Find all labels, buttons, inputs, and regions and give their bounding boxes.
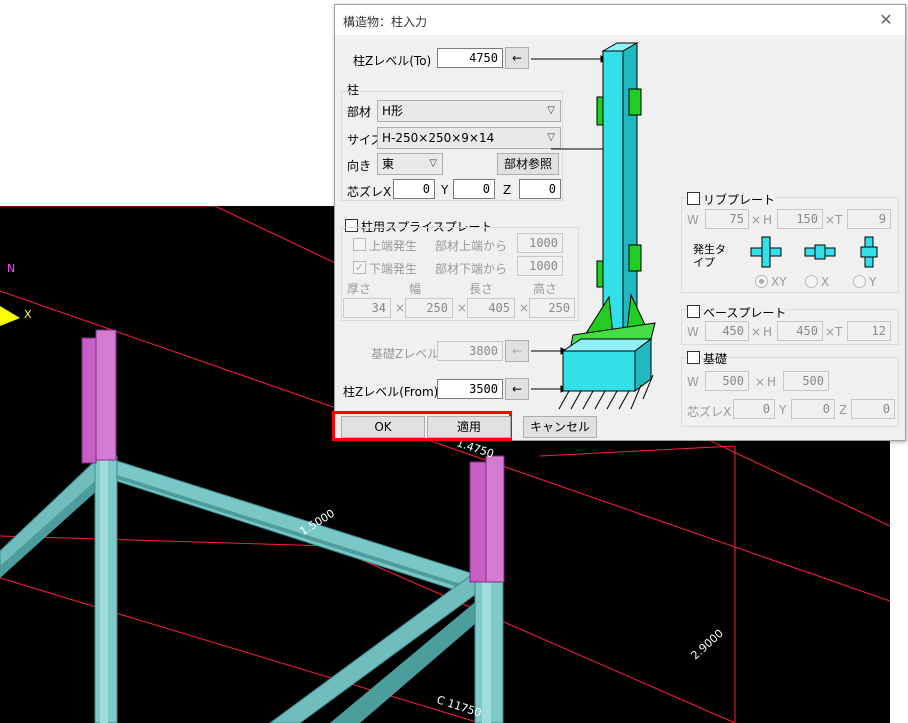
base-level-input[interactable]: 3800 — [437, 341, 503, 361]
title-bar[interactable]: 構造物：柱入力 ✕ — [335, 5, 905, 35]
upper-label: 上端発生 — [369, 239, 418, 253]
size-select-value: H-250×250×9×14 — [382, 131, 495, 145]
foundation-offset-z-label: Z — [839, 403, 848, 417]
times-sign: × — [825, 213, 836, 227]
base-level-pick-button[interactable]: ← — [505, 340, 529, 362]
foundation-offset-y-label: Y — [779, 403, 787, 417]
times-sign: × — [751, 325, 762, 339]
upper-from-label: 部材上端から — [435, 239, 508, 253]
close-icon[interactable]: ✕ — [877, 11, 895, 29]
axis-n-label: N — [7, 262, 16, 275]
times-sign: × — [751, 213, 762, 227]
foundation-label: 基礎 — [703, 350, 728, 367]
foundation-w-label: W — [687, 375, 699, 389]
base-t-label: T — [835, 325, 843, 339]
x-type-icon — [804, 244, 836, 260]
xy-type-icon — [750, 236, 782, 268]
lower-from-label: 部材下端から — [435, 262, 508, 276]
ok-button[interactable]: OK — [341, 416, 425, 438]
base-plate-label: ベースプレート — [703, 304, 787, 321]
dialog-title: 構造物：柱入力 — [343, 15, 428, 29]
offset-y-label: Y — [441, 183, 449, 197]
foundation-offset-z-input[interactable]: 0 — [851, 399, 895, 419]
member-select-value: H形 — [382, 104, 404, 118]
base-plate-checkbox[interactable] — [687, 305, 700, 318]
columns — [94, 455, 504, 723]
foundation-offset-x-label: 芯ズレX — [687, 405, 732, 419]
rib-type-icons — [750, 236, 878, 268]
axis-triad-icon — [0, 306, 20, 326]
times-sign: × — [519, 301, 530, 315]
foundation-h-label: H — [767, 375, 777, 389]
chevron-down-icon: ▽ — [429, 158, 437, 169]
cancel-button[interactable]: キャンセル — [523, 416, 597, 438]
times-sign: × — [457, 301, 468, 315]
axis-x-label: X — [24, 308, 32, 321]
rib-type-xy-label: XY — [771, 275, 787, 289]
length-label: 長さ — [469, 282, 494, 296]
base-level-label: 基礎Zレベル — [371, 347, 440, 361]
offset-x-input[interactable]: 0 — [393, 179, 435, 199]
base-w-label: W — [687, 325, 699, 339]
upper-checkbox[interactable] — [353, 238, 366, 251]
foundation-offset-y-input[interactable]: 0 — [791, 399, 835, 419]
offset-y-input[interactable]: 0 — [453, 179, 495, 199]
times-sign: × — [755, 375, 766, 389]
apply-button[interactable]: 適用 — [427, 416, 511, 438]
rib-plate-checkbox[interactable] — [687, 192, 700, 205]
times-sign: × — [825, 325, 836, 339]
beams — [0, 453, 490, 723]
direction-select-value: 東 — [382, 157, 395, 171]
rib-h-input[interactable]: 150 — [777, 209, 823, 229]
width-input[interactable]: 250 — [405, 298, 453, 318]
foundation-w-input[interactable]: 500 — [705, 371, 749, 391]
base-t-input[interactable]: 12 — [847, 321, 891, 341]
foundation-h-input[interactable]: 500 — [783, 371, 829, 391]
times-sign: × — [395, 301, 406, 315]
top-level-input[interactable]: 4750 — [437, 48, 503, 68]
top-level-label: 柱Zレベル(To) — [353, 54, 432, 68]
base-h-input[interactable]: 450 — [777, 321, 823, 341]
foundation-offset-x-input[interactable]: 0 — [733, 399, 775, 419]
length-input[interactable]: 405 — [467, 298, 515, 318]
offset-z-label: Z — [503, 183, 512, 197]
column-input-dialog: 構造物：柱入力 ✕ 柱Zレベル(To) 4750 ← 柱 部材 H形 ▽ サイズ … — [332, 4, 906, 441]
width-label: 幅 — [409, 282, 422, 296]
lower-checkbox[interactable]: ✓ — [353, 261, 366, 274]
thickness-input[interactable]: 34 — [343, 298, 391, 318]
rib-plate-label: リブプレート — [703, 191, 776, 208]
column-preview-diagram — [531, 42, 656, 410]
bottom-level-pick-button[interactable]: ← — [505, 378, 529, 400]
thickness-label: 厚さ — [347, 282, 372, 296]
rib-type-x-radio[interactable] — [805, 275, 818, 288]
top-level-pick-button[interactable]: ← — [505, 47, 529, 69]
rib-type-xy-radio[interactable] — [755, 275, 768, 288]
rib-type-y-label: Y — [869, 275, 877, 289]
bottom-level-input[interactable]: 3500 — [437, 379, 503, 399]
rib-w-label: W — [687, 213, 699, 227]
y-type-icon — [860, 236, 878, 268]
rib-w-input[interactable]: 75 — [705, 209, 749, 229]
rib-type-x-label: X — [821, 275, 830, 289]
member-label: 部材 — [347, 105, 372, 119]
rib-generation-label: 発生タイプ — [693, 243, 726, 269]
rib-type-y-radio[interactable] — [853, 275, 866, 288]
rib-h-label: H — [763, 213, 773, 227]
offset-x-label: 芯ズレX — [347, 185, 392, 199]
base-h-label: H — [763, 325, 773, 339]
bottom-level-label: 柱Zレベル(From) — [343, 385, 439, 399]
lower-label: 下端発生 — [369, 262, 418, 276]
rib-t-input[interactable]: 9 — [847, 209, 891, 229]
rib-t-label: T — [835, 213, 843, 227]
foundation-checkbox[interactable] — [687, 351, 700, 364]
direction-label: 向き — [347, 159, 372, 173]
base-w-input[interactable]: 450 — [705, 321, 749, 341]
direction-select[interactable]: 東 ▽ — [377, 153, 443, 175]
